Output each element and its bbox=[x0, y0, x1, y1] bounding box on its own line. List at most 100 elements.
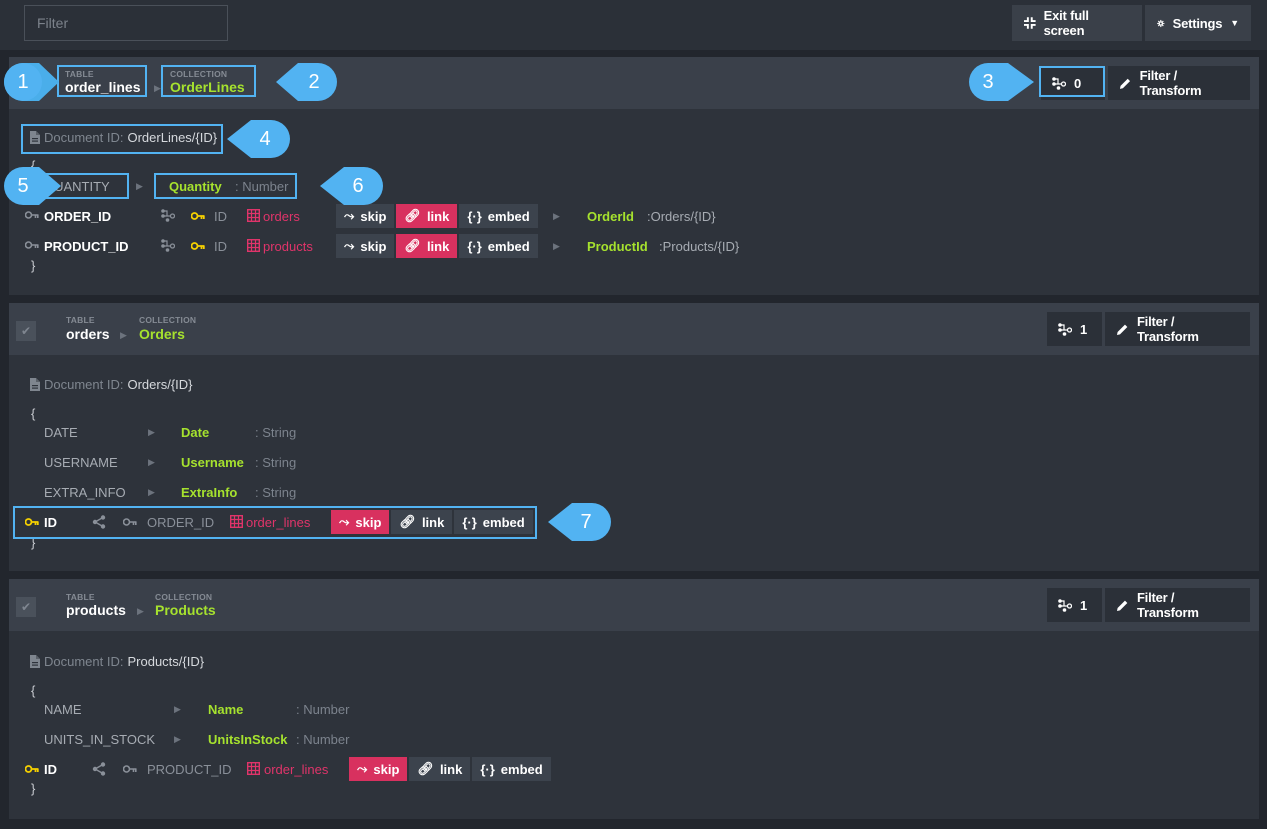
embed-button[interactable]: {·} embed bbox=[459, 204, 538, 228]
property-type[interactable]: : String bbox=[255, 425, 296, 440]
column-name: NAME bbox=[44, 701, 82, 717]
skip-label: skip bbox=[360, 238, 387, 254]
exit-fullscreen-label: Exit full screen bbox=[1043, 8, 1089, 38]
property-type[interactable]: : Number bbox=[296, 702, 349, 717]
field-row: UNITS_IN_STOCK ▶ UnitsInStock : Number bbox=[9, 727, 1259, 751]
settings-button[interactable]: Settings ▼ bbox=[1145, 5, 1251, 41]
chevron-right-icon: ▶ bbox=[148, 426, 155, 437]
checkmark-icon[interactable]: ✔ bbox=[16, 321, 36, 341]
filter-transform-button[interactable]: Filter / Transform bbox=[1105, 312, 1250, 346]
document-icon bbox=[30, 655, 40, 668]
document-id: Document ID: Orders/{ID} bbox=[30, 377, 193, 392]
relation-row: ID ORDER_ID order_lines ⤳ skip 🔗︎ link {·}… bbox=[9, 510, 1259, 534]
link-button[interactable]: 🔗︎ link bbox=[409, 757, 471, 781]
relations-button[interactable]: 1 bbox=[1047, 588, 1102, 622]
link-icon: 🔗︎ bbox=[404, 238, 421, 253]
property-name[interactable]: ProductId bbox=[587, 239, 648, 254]
document-id-value[interactable]: OrderLines/{ID} bbox=[127, 130, 217, 145]
property-type[interactable]: : String bbox=[255, 455, 296, 470]
filter-input[interactable] bbox=[24, 5, 228, 41]
exit-fullscreen-button[interactable]: Exit full screen bbox=[1012, 5, 1142, 41]
relations-icon bbox=[1058, 322, 1072, 336]
link-button[interactable]: 🔗︎ link bbox=[396, 234, 458, 258]
property-type[interactable]: : Number bbox=[235, 179, 288, 194]
field-row: EXTRA_INFO ▶ ExtraInfo : String bbox=[9, 480, 1259, 504]
pencil-icon bbox=[1116, 600, 1128, 611]
document-id-label: Document ID: bbox=[44, 377, 124, 392]
chevron-right-icon: ▶ bbox=[553, 210, 560, 221]
chevron-right-icon: ▶ bbox=[154, 83, 161, 93]
embed-button[interactable]: {·} embed bbox=[472, 757, 551, 781]
table-icon bbox=[247, 209, 260, 222]
chevron-right-icon: ▶ bbox=[148, 486, 155, 497]
key-icon bbox=[191, 211, 205, 221]
property-type[interactable]: : String bbox=[255, 485, 296, 500]
property-name[interactable]: UnitsInStock bbox=[208, 732, 287, 747]
target-table[interactable]: orders bbox=[263, 209, 300, 224]
foreign-key-icon bbox=[25, 240, 39, 250]
document-id-label: Document ID: bbox=[44, 654, 124, 669]
target-table[interactable]: products bbox=[263, 239, 313, 254]
brace-close: } bbox=[31, 258, 36, 273]
property-type[interactable]: : Number bbox=[296, 732, 349, 747]
collection-name[interactable]: Orders bbox=[139, 326, 185, 342]
relations-button[interactable]: 1 bbox=[1047, 312, 1102, 346]
table-name: order_lines bbox=[65, 79, 141, 95]
target-table[interactable]: order_lines bbox=[264, 762, 328, 777]
document-icon bbox=[30, 131, 40, 144]
chevron-right-icon: ▶ bbox=[120, 330, 127, 340]
link-mode-toggle: ⤳ skip 🔗︎ link {·} embed bbox=[336, 204, 538, 228]
relation-mode-toggle: ⤳ skip 🔗︎ link {·} embed bbox=[349, 757, 551, 781]
column-name: ORDER_ID bbox=[44, 208, 112, 224]
property-name[interactable]: OrderId bbox=[587, 209, 634, 224]
skip-button[interactable]: ⤳ skip bbox=[336, 204, 395, 228]
column-name: USERNAME bbox=[44, 454, 118, 470]
property-name[interactable]: Name bbox=[208, 702, 243, 717]
primary-key-icon bbox=[25, 764, 39, 774]
embed-icon: {·} bbox=[467, 238, 482, 254]
table-caption: TABLE bbox=[66, 592, 95, 602]
table-panel-products: ✔ TABLE products ▶ COLLECTION Products 1… bbox=[9, 579, 1259, 819]
column-name: EXTRA_INFO bbox=[44, 484, 126, 500]
property-value[interactable]: :Products/{ID} bbox=[659, 239, 739, 254]
collection-caption: COLLECTION bbox=[139, 315, 197, 325]
embed-button[interactable]: {·} embed bbox=[459, 234, 538, 258]
key-column: ID bbox=[214, 238, 227, 254]
skip-button[interactable]: ⤳ skip bbox=[331, 510, 390, 534]
property-name[interactable]: Quantity bbox=[169, 179, 222, 194]
link-button[interactable]: 🔗︎ link bbox=[396, 204, 458, 228]
embed-label: embed bbox=[487, 238, 530, 254]
property-name[interactable]: Username bbox=[181, 455, 244, 470]
foreign-key-column: ORDER_ID bbox=[147, 514, 215, 530]
filter-transform-button[interactable]: Filter / Transform bbox=[1105, 588, 1250, 622]
collection-name[interactable]: Products bbox=[155, 602, 216, 618]
relations-icon bbox=[1058, 598, 1072, 612]
column-name: ID bbox=[44, 761, 57, 777]
collection-name[interactable]: OrderLines bbox=[170, 79, 245, 95]
skip-button[interactable]: ⤳ skip bbox=[336, 234, 395, 258]
link-icon: 🔗︎ bbox=[404, 208, 421, 223]
target-table[interactable]: order_lines bbox=[246, 515, 310, 530]
chevron-right-icon: ▶ bbox=[148, 456, 155, 467]
property-value[interactable]: :Orders/{ID} bbox=[647, 209, 716, 224]
filter-transform-button[interactable]: Filter / Transform bbox=[1108, 66, 1250, 100]
skip-button[interactable]: ⤳ skip bbox=[349, 757, 408, 781]
checkmark-icon[interactable]: ✔ bbox=[16, 597, 36, 617]
property-name[interactable]: ExtraInfo bbox=[181, 485, 237, 500]
column-name: PRODUCT_ID bbox=[44, 238, 129, 254]
property-name[interactable]: Date bbox=[181, 425, 209, 440]
document-id-value[interactable]: Orders/{ID} bbox=[127, 377, 192, 392]
caret-down-icon: ▼ bbox=[1230, 18, 1239, 28]
table-caption: TABLE bbox=[65, 69, 94, 79]
link-button[interactable]: 🔗︎ link bbox=[391, 510, 453, 534]
settings-label: Settings bbox=[1172, 15, 1223, 31]
column-name: DATE bbox=[44, 424, 78, 440]
embed-label: embed bbox=[482, 514, 525, 530]
collection-caption: COLLECTION bbox=[155, 592, 213, 602]
relations-button[interactable]: 0 bbox=[1041, 66, 1105, 100]
embed-button[interactable]: {·} embed bbox=[454, 510, 533, 534]
relations-count: 1 bbox=[1080, 597, 1088, 613]
document-id-value[interactable]: Products/{ID} bbox=[127, 654, 204, 669]
document-icon bbox=[30, 378, 40, 391]
foreign-key-icon bbox=[123, 764, 137, 774]
